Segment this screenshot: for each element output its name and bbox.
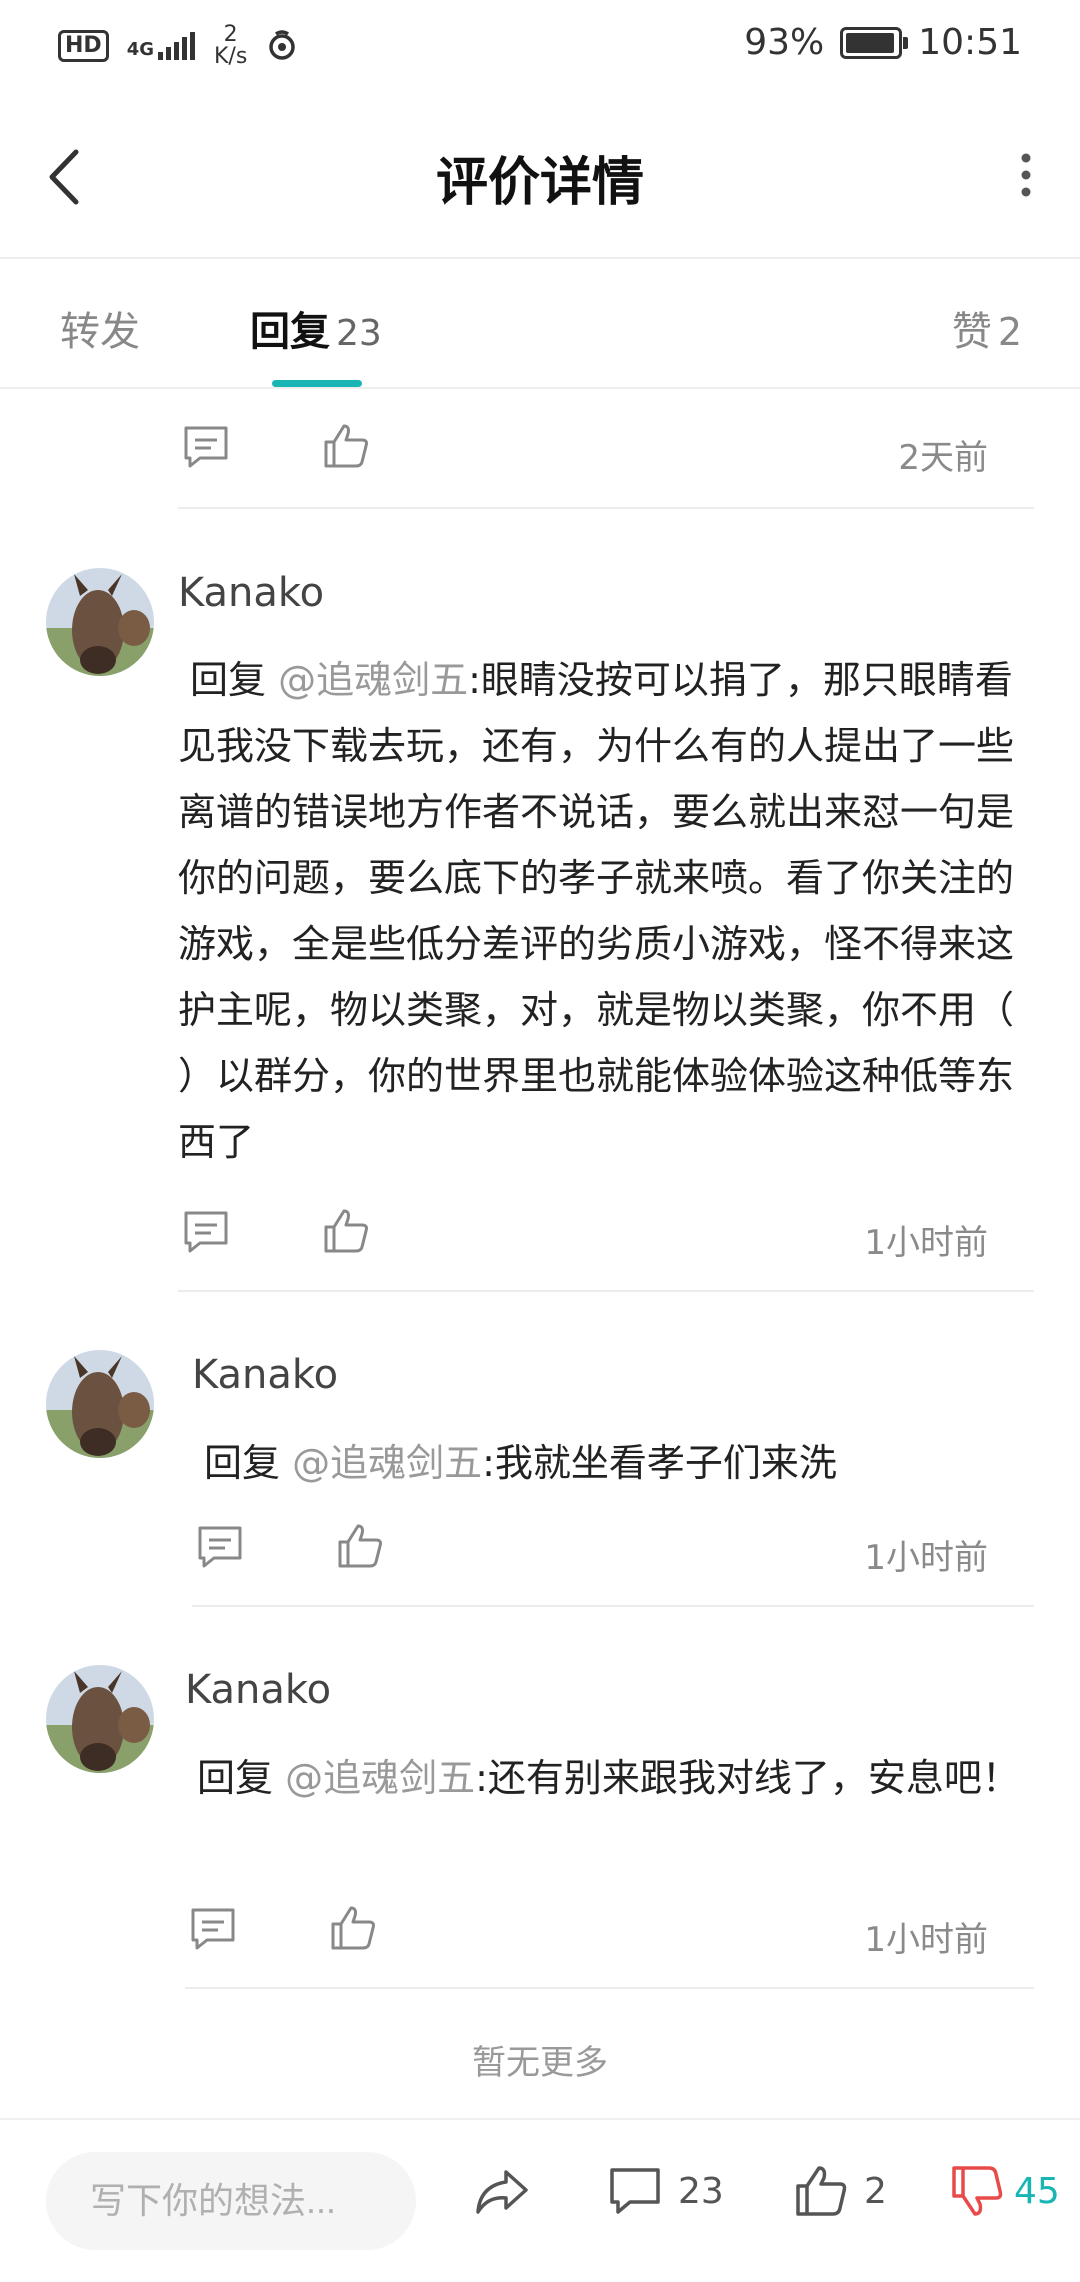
comment-body: :眼睛没按可以捐了，那只眼睛看见我没下载去玩，还有，为什么有的人提出了一些离谱的… <box>178 658 1015 1164</box>
comment-body: :还有别来跟我对线了，安息吧！ <box>475 1756 1020 1800</box>
network-type: 4G <box>126 39 154 60</box>
comment-button[interactable]: 23 <box>604 2160 724 2222</box>
thumbs-up-icon <box>796 2166 847 2216</box>
no-more-label: 暂无更多 <box>472 2043 608 2083</box>
comment-count: 23 <box>678 2170 724 2212</box>
comment-time: 1小时前 <box>864 1223 988 1263</box>
tab-forward[interactable]: 转发 <box>60 299 140 357</box>
divider <box>178 1290 1034 1292</box>
comment-time: 1小时前 <box>864 1538 988 1578</box>
thumbs-up-icon[interactable] <box>318 1203 374 1259</box>
username[interactable]: Kanako <box>192 1352 338 1398</box>
signal-icon: 4G <box>127 32 196 60</box>
tab-replies-count: 23 <box>336 313 382 354</box>
comment-text: 回复 @追魂剑五:眼睛没按可以捐了，那只眼睛看见我没下载去玩，还有，为什么有的人… <box>178 647 1028 1175</box>
username[interactable]: Kanako <box>185 1667 331 1713</box>
divider <box>185 1987 1034 1989</box>
comment-body: :我就坐看孝子们来洗 <box>482 1441 837 1485</box>
reply-icon[interactable] <box>192 1520 248 1576</box>
dislike-button[interactable]: 45 <box>946 2160 1060 2222</box>
tab-replies[interactable]: 回复 23 <box>250 299 382 357</box>
battery-percent: 93% <box>744 22 825 63</box>
mention-link[interactable]: @追魂剑五 <box>292 1441 482 1485</box>
bottom-bar: 23 2 45 <box>0 2118 1080 2282</box>
share-icon <box>476 2170 528 2214</box>
comment-input-wrapper <box>46 2152 416 2250</box>
network-speed-value: 2 <box>223 22 238 47</box>
network-speed-unit: K/s <box>214 44 248 69</box>
tab-forward-label: 转发 <box>60 309 140 355</box>
reply-prefix: 回复 <box>197 1756 286 1800</box>
like-count: 2 <box>864 2170 887 2212</box>
like-button[interactable]: 2 <box>790 2160 887 2222</box>
divider <box>178 507 1034 509</box>
reply-prefix: 回复 <box>190 658 279 702</box>
comment-text: 回复 @追魂剑五:我就坐看孝子们来洗 <box>192 1430 1032 1496</box>
avatar[interactable] <box>46 1665 154 1773</box>
comment-time: 1小时前 <box>864 1920 988 1960</box>
more-options-icon[interactable] <box>1006 140 1046 210</box>
reply-icon[interactable] <box>178 420 234 476</box>
thumbs-down-icon <box>952 2166 1003 2216</box>
tab-replies-label: 回复 <box>250 309 330 355</box>
tab-likes-count: 2 <box>997 310 1022 354</box>
mention-link[interactable]: @追魂剑五 <box>285 1756 475 1800</box>
avatar[interactable] <box>46 568 154 676</box>
mention-link[interactable]: @追魂剑五 <box>278 658 468 702</box>
tab-bar: 转发 回复 23 赞2 <box>0 259 1080 389</box>
active-tab-indicator <box>272 380 362 387</box>
network-speed: 2 K/s <box>214 24 247 68</box>
page-title: 评价详情 <box>435 153 644 213</box>
thumbs-up-icon[interactable] <box>332 1518 388 1574</box>
reply-icon[interactable] <box>178 1205 234 1261</box>
reply-prefix: 回复 <box>204 1441 293 1485</box>
divider <box>192 1605 1034 1607</box>
status-bar: HD 4G 2 K/s 93% 10:51 <box>0 0 1080 92</box>
avatar[interactable] <box>46 1350 154 1458</box>
comment-input[interactable] <box>46 2152 416 2250</box>
status-right: 93% 10:51 <box>744 22 1022 63</box>
thumbs-up-icon[interactable] <box>318 418 374 474</box>
comment-time: 2天前 <box>898 438 988 478</box>
app-notification-icon <box>269 30 296 60</box>
comment-text: 回复 @追魂剑五:还有别来跟我对线了，安息吧！ <box>185 1745 1035 1811</box>
app-header: 评价详情 <box>0 92 1080 259</box>
tab-likes-label: 赞 <box>951 309 992 355</box>
share-button[interactable] <box>470 2160 532 2222</box>
clock: 10:51 <box>918 22 1022 63</box>
status-left: HD 4G 2 K/s <box>58 24 299 68</box>
thumbs-up-icon[interactable] <box>325 1900 381 1956</box>
username[interactable]: Kanako <box>178 570 324 616</box>
dislike-count: 45 <box>1014 2170 1060 2212</box>
hd-icon: HD <box>58 30 109 62</box>
comment-icon <box>610 2168 660 2214</box>
reply-icon[interactable] <box>185 1902 241 1958</box>
battery-icon <box>840 26 909 59</box>
tab-likes[interactable]: 赞2 <box>952 299 1022 357</box>
